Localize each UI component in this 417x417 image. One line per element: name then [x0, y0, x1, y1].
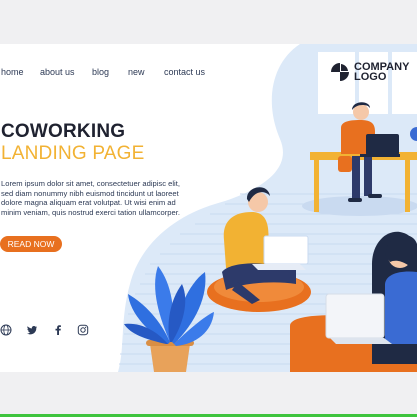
read-now-button[interactable]: READ NOW [0, 236, 62, 252]
hero-body-text: Lorem ipsum dolor sit amet, consectetuer… [1, 179, 180, 217]
laptop1 [366, 134, 399, 155]
instagram-icon[interactable] [77, 324, 89, 336]
landing-page: home about us blog new contact us COMPAN… [0, 44, 417, 372]
hero-title-line1: COWORKING [1, 121, 126, 142]
twitter-icon[interactable] [26, 324, 38, 336]
nav-item-new[interactable]: new [128, 67, 145, 77]
laptop2 [263, 235, 309, 265]
facebook-icon[interactable] [52, 324, 64, 336]
globe-icon[interactable] [0, 324, 12, 336]
company-logo[interactable]: COMPANY LOGO [331, 62, 409, 83]
hero-title-line2: LANDING PAGE [1, 143, 145, 164]
nav-item-blog[interactable]: blog [92, 67, 109, 77]
nav-item-about-us[interactable]: about us [40, 67, 75, 77]
logo-mark-icon [331, 63, 349, 81]
worker3-body [385, 271, 417, 344]
worker2-body [223, 212, 269, 268]
laptop3 [325, 293, 385, 339]
nav-item-contact-us[interactable]: contact us [164, 67, 205, 77]
logo-line2: LOGO [354, 71, 387, 83]
plant-pot [150, 344, 190, 372]
logo-text: COMPANY LOGO [354, 62, 409, 83]
nav-item-home[interactable]: home [1, 67, 24, 77]
